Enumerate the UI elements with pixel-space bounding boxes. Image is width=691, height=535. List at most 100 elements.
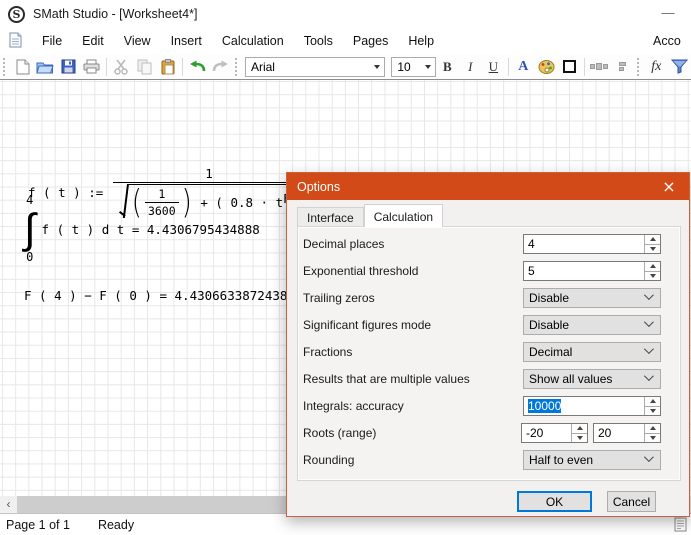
toolbar-separator <box>106 58 107 76</box>
toolbar-grip <box>637 58 642 76</box>
integral-result: = 4.4306795434888 <box>132 222 260 237</box>
integral-body: f ( t ) d t <box>42 222 132 237</box>
spinner-buttons[interactable] <box>644 397 660 415</box>
bold-button[interactable]: B <box>436 56 459 78</box>
formula-difference[interactable]: F ( 4 ) − F ( 0 ) = 4.43066338724384 <box>24 288 295 303</box>
row-fractions: Fractions Decimal <box>287 342 691 362</box>
font-size-combobox[interactable]: 10 <box>391 57 435 77</box>
copy-button[interactable] <box>133 56 156 78</box>
roots-max-spinner[interactable]: 20 <box>593 423 661 443</box>
scroll-left-icon[interactable]: ‹ <box>0 496 17 513</box>
open-file-button[interactable] <box>34 56 57 78</box>
row-rounding: Rounding Half to even <box>287 450 691 470</box>
toolbar-grip <box>3 58 8 76</box>
difference-result: = 4.43066338724384 <box>159 288 294 303</box>
font-name-combobox[interactable]: Arial <box>245 57 385 77</box>
minimize-button[interactable]: — <box>655 6 681 22</box>
field-label: Trailing zeros <box>303 291 375 305</box>
field-label: Exponential threshold <box>303 264 418 278</box>
spinner-buttons[interactable] <box>644 424 660 442</box>
field-label: Fractions <box>303 345 352 359</box>
fraction-numerator: 1 <box>202 166 216 181</box>
chevron-down-icon <box>644 371 654 381</box>
cut-button[interactable] <box>110 56 133 78</box>
integrals-accuracy-spinner[interactable]: 10000 <box>523 396 661 416</box>
font-name-value: Arial <box>251 60 275 74</box>
chevron-down-icon <box>644 290 654 300</box>
align-vertical-button[interactable] <box>611 56 634 78</box>
menu-edit[interactable]: Edit <box>72 30 114 52</box>
redo-button[interactable] <box>209 56 232 78</box>
document-icon <box>9 32 22 51</box>
toolbar: Arial 10 B I U A fx <box>0 54 691 80</box>
close-icon[interactable]: × <box>649 173 689 200</box>
menu-file[interactable]: File <box>32 30 72 52</box>
fractions-dropdown[interactable]: Decimal <box>523 342 661 362</box>
menu-bar: File Edit View Insert Calculation Tools … <box>0 28 691 54</box>
menu-pages[interactable]: Pages <box>343 30 398 52</box>
trailing-zeros-dropdown[interactable]: Disable <box>523 288 661 308</box>
tab-interface[interactable]: Interface <box>297 207 364 227</box>
dialog-title: Options <box>297 180 340 194</box>
spinner-buttons[interactable] <box>644 262 660 280</box>
row-significant-figures: Significant figures mode Disable <box>287 315 691 335</box>
roots-min-spinner[interactable]: -20 <box>521 423 588 443</box>
underline-button[interactable]: U <box>482 56 505 78</box>
chevron-down-icon <box>644 317 654 327</box>
integral-icon: ∫ <box>24 207 36 251</box>
tab-calculation[interactable]: Calculation <box>364 204 443 227</box>
chevron-down-icon <box>644 344 654 354</box>
toolbar-separator <box>508 58 509 76</box>
menu-insert[interactable]: Insert <box>161 30 212 52</box>
field-label: Roots (range) <box>303 426 376 440</box>
field-label: Decimal places <box>303 237 384 251</box>
menu-calculation[interactable]: Calculation <box>212 30 294 52</box>
smath-logo-icon: S <box>8 6 25 23</box>
options-dialog: Options × Interface Calculation Decimal … <box>286 172 690 517</box>
font-color-button[interactable]: A <box>512 56 535 78</box>
border-button[interactable] <box>558 56 581 78</box>
menu-help[interactable]: Help <box>398 30 444 52</box>
exponential-threshold-spinner[interactable]: 5 <box>523 261 661 281</box>
paste-button[interactable] <box>156 56 179 78</box>
significant-figures-dropdown[interactable]: Disable <box>523 315 661 335</box>
row-integrals-accuracy: Integrals: accuracy 10000 <box>287 396 691 416</box>
print-button[interactable] <box>80 56 103 78</box>
spinner-buttons[interactable] <box>644 235 660 253</box>
toolbar-grip <box>235 58 240 76</box>
new-file-button[interactable] <box>11 56 34 78</box>
rounding-dropdown[interactable]: Half to even <box>523 450 661 470</box>
toolbar-separator <box>584 58 585 76</box>
save-button[interactable] <box>57 56 80 78</box>
italic-button[interactable]: I <box>459 56 482 78</box>
cancel-button[interactable]: Cancel <box>607 491 656 512</box>
row-decimal-places: Decimal places 4 <box>287 234 691 254</box>
ok-button[interactable]: OK <box>517 491 592 512</box>
page-indicator: Page 1 of 1 <box>6 518 70 532</box>
fraction-bar <box>113 182 305 183</box>
multiple-values-dropdown[interactable]: Show all values <box>523 369 661 389</box>
formula-integral[interactable]: 4 ∫ 0 f ( t ) d t = 4.4306795434888 <box>24 194 260 264</box>
filter-funnel-icon[interactable] <box>668 56 691 78</box>
palette-button[interactable] <box>535 56 558 78</box>
selected-text: 10000 <box>528 399 561 413</box>
spinner-buttons[interactable] <box>571 424 587 442</box>
field-label: Results that are multiple values <box>303 372 470 386</box>
dialog-tabs: Interface Calculation <box>297 204 443 227</box>
chevron-down-icon <box>374 65 380 69</box>
chevron-down-icon <box>425 65 431 69</box>
integral-lower-limit: 0 <box>26 251 33 264</box>
decimal-places-spinner[interactable]: 4 <box>523 234 661 254</box>
dialog-title-bar[interactable]: Options × <box>287 173 689 200</box>
menu-tools[interactable]: Tools <box>294 30 343 52</box>
row-roots-range: Roots (range) -20 20 <box>287 423 691 443</box>
function-button[interactable]: fx <box>645 56 668 78</box>
undo-button[interactable] <box>186 56 209 78</box>
font-size-value: 10 <box>397 60 410 74</box>
menu-account[interactable]: Acco <box>653 28 691 54</box>
chevron-down-icon <box>644 452 654 462</box>
row-trailing-zeros: Trailing zeros Disable <box>287 288 691 308</box>
menu-view[interactable]: View <box>114 30 161 52</box>
align-horizontal-button[interactable] <box>588 56 611 78</box>
page-setup-icon[interactable] <box>674 517 687 535</box>
